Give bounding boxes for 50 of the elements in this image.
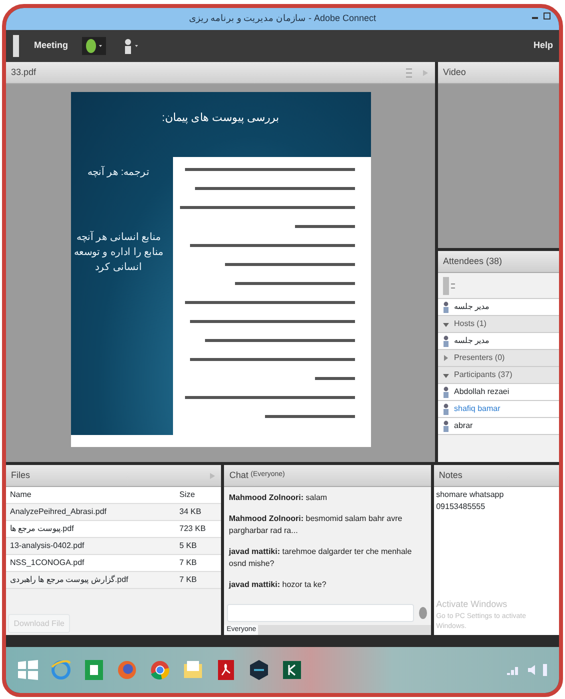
window-title: سازمان مدیریت و برنامه ریزی - Adobe Connect xyxy=(188,12,376,26)
activation-title: Activate Windows xyxy=(436,598,508,612)
slide-title: بررسی پیوست های پیمان: xyxy=(160,111,280,126)
group-row[interactable]: Hosts (1) xyxy=(438,316,559,333)
restore-icon[interactable] xyxy=(543,11,551,21)
hexagon-icon[interactable] xyxy=(247,658,271,682)
start-icon[interactable] xyxy=(16,658,40,682)
browser-icon[interactable] xyxy=(148,658,172,682)
table-cell: گزارش پیوست مرجع ها راهبردی.pdf xyxy=(6,572,176,588)
person-icon xyxy=(442,403,450,415)
note-text: shomare whatsapp xyxy=(436,489,505,502)
collapse-arrow-icon[interactable] xyxy=(442,354,450,362)
person-icon xyxy=(442,301,450,313)
note-text: 09153485555 xyxy=(436,501,486,514)
person-icon xyxy=(442,335,450,347)
attendee-row[interactable]: مدیر جلسه xyxy=(438,333,559,350)
person-icon xyxy=(442,386,450,398)
attendee-row[interactable]: shafiq bamar xyxy=(438,401,559,418)
slide-caption: ترجمه: هر آنچه xyxy=(86,165,151,180)
chat-message: Mahmood Zolnoori: salam xyxy=(228,492,328,504)
table-cell: 7 KB xyxy=(175,572,222,588)
chat-message: javad mattiki: hozor ta ke? xyxy=(228,578,328,590)
pod-title: Notes xyxy=(438,468,462,482)
help-menu[interactable]: Help xyxy=(533,39,553,53)
slide-text: منابع انسانی هر آنچه منابع را اداره و توسعه انسانی کرد xyxy=(72,230,164,274)
list-view-icon[interactable] xyxy=(442,276,456,296)
volume-icon[interactable] xyxy=(526,664,536,676)
send-icon[interactable] xyxy=(416,604,429,622)
pod-title: Chat xyxy=(229,468,248,482)
chat-message: javad mattiki: tarehmoe dalgarder ter che menhale osnd mishe? xyxy=(228,546,413,570)
pod-title: Video xyxy=(443,66,466,79)
expand-arrow-icon[interactable] xyxy=(442,371,450,379)
person-icon xyxy=(442,420,450,432)
group-row[interactable]: Participants (37) xyxy=(438,367,559,384)
fullscreen-icon[interactable] xyxy=(404,66,414,78)
attendee-row[interactable]: abrar xyxy=(438,418,559,435)
chat-message: Mahmood Zolnoori: besmomid salam bahr avre pargharbar rad ra... xyxy=(228,512,404,536)
pod-title: Files xyxy=(11,468,30,482)
spreadsheet-icon[interactable] xyxy=(280,658,304,682)
pod-title: Attendees (38) xyxy=(443,254,502,268)
expand-arrow-icon[interactable] xyxy=(442,320,450,328)
attendee-row[interactable]: مدیر جلسه xyxy=(438,299,559,316)
message-field[interactable] xyxy=(226,604,414,622)
browser-icon[interactable] xyxy=(49,658,73,682)
browser-icon[interactable] xyxy=(115,658,139,682)
pod-title: 33.pdf xyxy=(11,66,36,79)
attendee-row[interactable]: Abdollah rezaei xyxy=(438,384,559,401)
group-row[interactable]: Presenters (0) xyxy=(438,350,559,367)
spreadsheet-icon[interactable] xyxy=(82,658,106,682)
menu-item[interactable]: Meeting xyxy=(34,39,68,53)
